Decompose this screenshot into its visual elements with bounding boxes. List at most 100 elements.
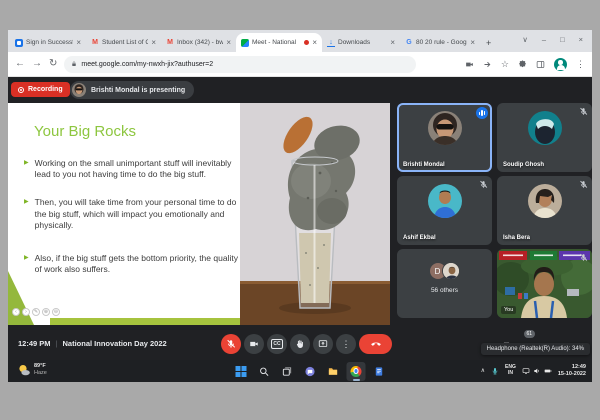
address-bar[interactable]: meet.google.com/my-nwxh-jix?authuser=2 [64, 55, 417, 73]
weather-temperature: 89°F [34, 363, 46, 369]
gmail-favicon-icon: M [167, 39, 173, 46]
teams-chat-button[interactable] [301, 362, 320, 381]
extensions-puzzle-icon[interactable] [518, 59, 527, 69]
start-button[interactable] [232, 362, 251, 381]
tab-meet-active[interactable]: Meet - National × [236, 33, 322, 52]
presenting-text: Brishti Mondal is presenting [91, 86, 186, 94]
share-icon[interactable] [483, 60, 492, 69]
present-screen-icon [318, 340, 328, 347]
task-view-button[interactable] [278, 362, 297, 381]
slide-next-icon[interactable]: › [22, 308, 30, 316]
tray-chevron-icon[interactable]: ∧ [481, 368, 485, 374]
others-count-label: 56 others [430, 287, 459, 294]
participant-tile-brishti[interactable]: Brishti Mondal [397, 103, 492, 172]
slide-prev-icon[interactable]: ‹ [12, 308, 20, 316]
tab-inbox[interactable]: M Inbox (342) - bwu20 × [161, 33, 236, 52]
captions-button[interactable]: CC [267, 334, 287, 354]
slide-zoom-out-icon[interactable]: ⊖ [52, 308, 60, 316]
meet-main-area: Recording Brishti Mondal is presenting Y… [8, 77, 592, 360]
tab-close-icon[interactable]: × [226, 38, 231, 47]
window-controls: ∨ – □ × [513, 35, 592, 44]
video-tile-you[interactable]: You [497, 249, 592, 318]
tab-title: Sign in Successful rai [26, 39, 73, 46]
participant-tile-soudip[interactable]: Soudip Ghosh [497, 103, 592, 172]
mic-off-icon [480, 180, 488, 188]
camera-permission-icon[interactable] [465, 60, 474, 69]
taskbar-search-button[interactable] [255, 362, 274, 381]
slide-bullet: ▶ Also, if the big stuff gets the bottom… [24, 253, 238, 275]
avatar [427, 184, 462, 218]
avatar [427, 111, 462, 145]
clock-date: 15-10-2022 [557, 371, 586, 377]
more-options-button[interactable]: ⋮ [336, 334, 356, 354]
bookmark-star-icon[interactable]: ☆ [501, 59, 509, 69]
participant-count-badge: 61 [524, 330, 535, 338]
tray-mic-icon[interactable] [491, 367, 499, 375]
tab-downloads[interactable]: ↓ Downloads × [322, 33, 400, 52]
windows-logo-icon [235, 365, 247, 377]
tab-close-icon[interactable]: × [312, 38, 317, 47]
participant-name: Brishti Mondal [403, 162, 445, 168]
tab-close-icon[interactable]: × [151, 38, 156, 47]
chat-bubble-icon [305, 366, 315, 376]
bullet-text: Then, you will take time from your perso… [34, 197, 237, 230]
mic-off-icon [227, 339, 236, 348]
camera-button[interactable] [244, 334, 264, 354]
volume-tooltip: Headphone (Realtek(R) Audio): 34% [480, 343, 590, 355]
self-video-label: You [501, 306, 517, 314]
battery-icon [544, 369, 552, 373]
new-tab-button[interactable]: + [486, 38, 491, 48]
profile-avatar[interactable] [554, 57, 567, 71]
slide-pen-icon[interactable]: ✎ [32, 308, 40, 316]
tab-close-icon[interactable]: × [76, 38, 81, 47]
mic-mute-button[interactable] [221, 334, 241, 354]
file-explorer-button[interactable] [324, 362, 343, 381]
clock-time: 12:49 [571, 364, 586, 371]
taskbar-weather-widget[interactable]: 89°F Haze [18, 363, 47, 377]
reload-button[interactable]: ↻ [49, 59, 57, 69]
videocam-icon [250, 341, 258, 347]
presenter-avatar [72, 83, 86, 97]
minimize-button[interactable]: – [542, 35, 546, 44]
language-indicator[interactable]: ENG IN [505, 364, 516, 377]
google-favicon-icon: G [406, 39, 412, 46]
tab-close-icon[interactable]: × [470, 38, 475, 47]
others-tile[interactable]: D 56 others [397, 249, 492, 318]
chrome-icon [350, 365, 362, 377]
browser-menu-icon[interactable]: ⋮ [576, 59, 585, 69]
forward-button[interactable]: → [32, 59, 42, 69]
close-window-button[interactable]: × [579, 35, 583, 44]
slide-zoom-in-icon[interactable]: ⊕ [42, 308, 50, 316]
tab-student-list[interactable]: M Student List of Chikp × [86, 33, 161, 52]
maximize-button[interactable]: □ [560, 35, 565, 44]
toolbar-icons: ☆ ⋮ [465, 57, 585, 71]
recording-badge: Recording [11, 82, 70, 97]
participant-tile-ashif[interactable]: Ashif Ekbal [397, 176, 492, 245]
slide-bullet: ▶ Then, you will take time from your per… [24, 197, 238, 231]
tab-title: 80 20 rule - Google S [416, 39, 467, 46]
tab-google-search[interactable]: G 80 20 rule - Google S × [400, 33, 480, 52]
back-button[interactable]: ← [15, 59, 25, 69]
slide-nav-controls[interactable]: ‹ › ✎ ⊕ ⊖ [12, 308, 60, 316]
app-button[interactable] [370, 362, 389, 381]
end-call-icon [370, 342, 381, 346]
presenting-banner: Brishti Mondal is presenting [70, 81, 195, 99]
meet-favicon-icon [241, 38, 249, 47]
raise-hand-button[interactable] [290, 334, 310, 354]
present-button[interactable] [313, 334, 333, 354]
presentation-slide[interactable]: Your Big Rocks ▶ Working on the small un… [8, 103, 390, 325]
participant-tile-isha[interactable]: Isha Bera [497, 176, 592, 245]
participant-name: Soudip Ghosh [503, 162, 544, 168]
end-call-button[interactable] [359, 334, 392, 354]
chrome-taskbar-button[interactable] [346, 361, 366, 381]
bullet-text: Also, if the big stuff gets the bottom p… [34, 253, 238, 275]
tray-status-icons[interactable] [522, 367, 552, 375]
speaker-icon [534, 368, 539, 374]
tab-signin[interactable]: Sign in Successful rai × [10, 33, 86, 52]
kebab-icon: ⋮ [341, 338, 351, 349]
tab-search-chevron-icon[interactable]: ∨ [522, 35, 528, 44]
taskbar-clock[interactable]: 12:49 15-10-2022 [558, 364, 586, 378]
tab-close-icon[interactable]: × [390, 38, 395, 47]
side-panel-icon[interactable] [536, 60, 545, 69]
others-avatars: D [429, 262, 460, 280]
